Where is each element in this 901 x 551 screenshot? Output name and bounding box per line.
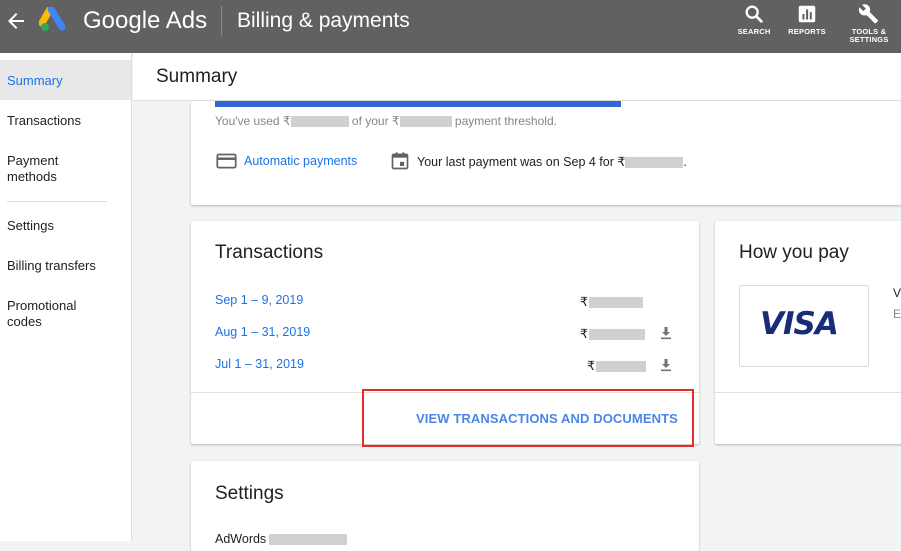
transaction-date-link[interactable]: Jul 1 – 31, 2019 <box>215 357 304 371</box>
sidebar-item-label: Summary <box>7 73 63 88</box>
redacted-amount <box>290 116 349 128</box>
calendar-icon <box>391 152 409 170</box>
sidebar-item-settings[interactable]: Settings <box>0 218 131 234</box>
transaction-row: Aug 1 – 31, 2019 ₹ <box>215 325 685 345</box>
page-title: Billing & payments <box>237 9 410 32</box>
threshold-suffix: payment threshold. <box>454 114 557 128</box>
transactions-card-title: Transactions <box>215 242 324 263</box>
highlight-annotation-box <box>362 389 694 447</box>
transaction-amount: ₹ <box>580 294 643 309</box>
sidebar-item-billing-transfers[interactable]: Billing transfers <box>0 258 131 274</box>
sidebar-divider <box>7 201 107 202</box>
threshold-text: You've used ₹ of your ₹ payment threshol… <box>215 114 557 128</box>
settings-card-title: Settings <box>215 483 284 504</box>
transaction-date-link[interactable]: Aug 1 – 31, 2019 <box>215 325 310 339</box>
transaction-date-link[interactable]: Sep 1 – 9, 2019 <box>215 293 303 307</box>
back-arrow-icon[interactable] <box>4 9 28 33</box>
threshold-mid: of your ₹ <box>351 114 400 128</box>
sidebar-nav: Summary Transactions Payment methods Set… <box>0 53 132 541</box>
transaction-amount: ₹ <box>587 358 646 373</box>
sidebar-item-payment-methods[interactable]: Payment methods <box>0 153 131 185</box>
sidebar-item-label: Transactions <box>7 113 81 128</box>
reports-label: REPORTS <box>788 27 826 36</box>
search-button[interactable]: SEARCH <box>729 3 779 49</box>
automatic-payments-label: Automatic payments <box>244 154 358 168</box>
sidebar-item-summary[interactable]: Summary <box>0 60 131 100</box>
transaction-row: Jul 1 – 31, 2019 ₹ <box>215 357 685 377</box>
threshold-progress-bar <box>215 101 621 107</box>
card-divider <box>715 392 901 393</box>
tools-settings-button[interactable]: TOOLS & SETTINGS <box>844 3 894 49</box>
adwords-label: AdWords <box>215 532 267 546</box>
header-divider <box>221 6 222 36</box>
reports-icon <box>798 5 816 23</box>
wrench-icon <box>858 4 878 24</box>
settings-adwords-row: AdWords <box>215 532 348 546</box>
sidebar-item-label: Promotional <box>7 298 77 313</box>
sidebar-item-label: methods <box>7 169 57 184</box>
sidebar-item-promotional-codes[interactable]: Promotional codes <box>0 298 131 330</box>
search-icon <box>745 5 763 23</box>
visa-brand-text: VISA <box>760 306 839 342</box>
summary-title: Summary <box>156 66 238 87</box>
card-expiry-partial: E: <box>893 307 901 321</box>
last-payment-suffix: . <box>683 155 687 169</box>
redacted-amount <box>399 116 452 128</box>
sidebar-item-transactions[interactable]: Transactions <box>0 113 131 129</box>
reports-button[interactable]: REPORTS <box>782 3 832 49</box>
download-icon[interactable] <box>659 358 673 372</box>
sidebar-item-label: Payment <box>7 153 59 168</box>
sidebar-item-label: Settings <box>7 218 54 233</box>
card-name-partial: V <box>893 286 901 300</box>
last-payment-text: Your last payment was on Sep 4 for ₹. <box>417 154 687 169</box>
summary-header: Summary <box>133 53 901 101</box>
sidebar-item-label: Billing transfers <box>7 258 96 273</box>
google-ads-logo-icon[interactable] <box>39 7 69 33</box>
transaction-amount: ₹ <box>580 326 645 341</box>
sidebar-item-label: codes <box>7 314 42 329</box>
tools-label-line2: SETTINGS <box>849 35 889 44</box>
transaction-row: Sep 1 – 9, 2019 ₹ <box>215 293 685 313</box>
redacted-value <box>269 534 348 546</box>
redacted-amount <box>625 157 684 169</box>
download-icon[interactable] <box>659 326 673 340</box>
how-you-pay-title: How you pay <box>739 242 849 263</box>
top-app-bar: Google Ads Billing & payments SEARCH REP… <box>0 0 901 53</box>
credit-card-icon <box>216 153 237 169</box>
brand-name: Google Ads <box>83 7 208 34</box>
last-payment-prefix: Your last payment was on Sep 4 for ₹ <box>417 155 626 169</box>
search-label: SEARCH <box>737 27 771 36</box>
threshold-prefix: You've used ₹ <box>215 114 291 128</box>
visa-card-logo[interactable]: VISA <box>739 285 869 367</box>
